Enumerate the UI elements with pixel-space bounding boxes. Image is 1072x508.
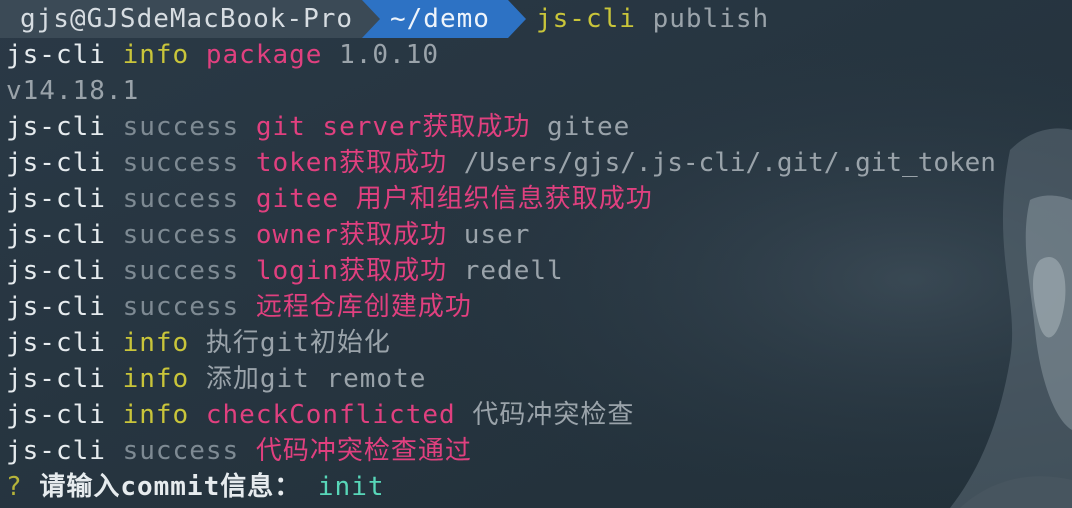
log-line: js-cli info checkConflicted 代码冲突检查 (6, 397, 634, 433)
log-extra: 1.0.10 (339, 40, 440, 70)
log-message: package (205, 40, 323, 70)
log-prefix: js-cli (6, 40, 106, 70)
node-version-line: v14.18.1 (6, 76, 140, 106)
question-mark-icon: ? (6, 472, 23, 502)
log-line: js-cli success 代码冲突检查通过 (6, 433, 472, 469)
log-message: 远程仓库创建成功 (255, 292, 472, 322)
log-line: js-cli success git server获取成功 gitee (6, 109, 630, 145)
log-message: gitee 用户和组织信息获取成功 (255, 184, 653, 214)
log-level: info (122, 328, 190, 358)
log-line: js-cli success owner获取成功 user (6, 217, 530, 253)
log-line: js-cli success login获取成功 redell (6, 253, 564, 289)
entered-command: js-cli publish (536, 0, 769, 38)
terminal-window[interactable]: gjs@GJSdeMacBook-Pro ~/demo js-cli publi… (0, 0, 1072, 508)
log-level: success (122, 112, 240, 142)
log-prefix: js-cli (6, 256, 106, 286)
log-line: js-cli success token获取成功 /Users/gjs/.js-… (6, 145, 996, 181)
log-prefix: js-cli (6, 400, 106, 430)
log-extra: redell (463, 256, 564, 286)
log-level: success (122, 148, 240, 178)
log-prefix: js-cli (6, 328, 106, 358)
log-extra: gitee (547, 112, 631, 142)
commit-message-prompt[interactable]: ? 请输入commit信息： init (6, 469, 385, 505)
prompt-separator-arrow (508, 0, 526, 38)
log-message: checkConflicted (205, 400, 456, 430)
log-prefix: js-cli (6, 112, 106, 142)
log-message: 添加git remote (205, 364, 427, 394)
log-extra: user (463, 220, 531, 250)
prompt-directory: ~/demo (362, 0, 508, 38)
log-prefix: js-cli (6, 292, 106, 322)
prompt-user-host: gjs@GJSdeMacBook-Pro (0, 0, 362, 38)
log-prefix: js-cli (6, 184, 106, 214)
log-level: info (122, 40, 190, 70)
log-line: js-cli info 执行git初始化 (6, 325, 391, 361)
log-level: success (122, 184, 240, 214)
log-line: js-cli success 远程仓库创建成功 (6, 289, 472, 325)
log-level: info (122, 364, 190, 394)
log-message: git server获取成功 (255, 112, 531, 142)
log-message: token获取成功 (255, 148, 448, 178)
log-extra: 代码冲突检查 (472, 400, 635, 430)
log-extra: /Users/gjs/.js-cli/.git/.git_token (463, 148, 996, 178)
command-argument: publish (652, 4, 770, 34)
log-prefix: js-cli (6, 220, 106, 250)
prompt-separator-arrow (362, 0, 380, 38)
log-message: 执行git初始化 (205, 328, 391, 358)
log-line: js-cli info 添加git remote (6, 361, 426, 397)
log-prefix: js-cli (6, 364, 106, 394)
log-level: success (122, 220, 240, 250)
command-name: js-cli (536, 4, 636, 34)
log-level: success (122, 436, 240, 466)
log-line: js-cli success gitee 用户和组织信息获取成功 (6, 181, 653, 217)
commit-message-input[interactable]: init (318, 472, 385, 502)
log-level: info (122, 400, 190, 430)
log-message: login获取成功 (255, 256, 448, 286)
log-line: js-cli info package 1.0.10 (6, 37, 439, 73)
log-level: success (122, 256, 240, 286)
log-prefix: js-cli (6, 148, 106, 178)
shell-prompt: gjs@GJSdeMacBook-Pro ~/demo js-cli publi… (0, 0, 780, 38)
log-message: owner获取成功 (255, 220, 448, 250)
log-level: success (122, 292, 240, 322)
commit-prompt-label: 请输入commit信息： (39, 472, 302, 502)
log-message: 代码冲突检查通过 (255, 436, 472, 466)
log-prefix: js-cli (6, 436, 106, 466)
